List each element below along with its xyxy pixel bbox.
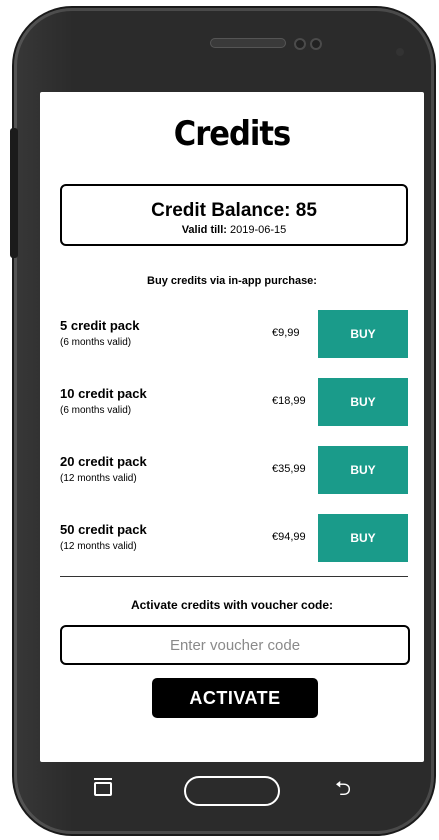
buy-credits-heading: Buy credits via in-app purchase: (147, 275, 317, 287)
credit-pack-5: 5 credit pack (6 months valid) €9,99 BUY (60, 310, 408, 358)
buy-button-10[interactable]: BUY (318, 378, 408, 426)
pack-validity: (6 months valid) (60, 337, 132, 348)
pack-name: 50 credit pack (60, 522, 147, 537)
credit-balance-label: Credit Balance: 85 (151, 200, 317, 221)
pack-name: 5 credit pack (60, 318, 140, 333)
section-divider (60, 576, 408, 577)
side-volume-button (10, 128, 18, 258)
valid-till-label: Valid till: (181, 224, 227, 236)
activate-button[interactable]: ACTIVATE (152, 678, 318, 718)
front-camera-icon (294, 38, 306, 50)
voucher-heading: Activate credits with voucher code: (130, 598, 334, 612)
pack-price: €18,99 (272, 395, 306, 407)
buy-button-20[interactable]: BUY (318, 446, 408, 494)
recent-apps-icon[interactable] (94, 778, 112, 796)
credit-pack-10: 10 credit pack (6 months valid) €18,99 B… (60, 378, 408, 426)
pack-name: 10 credit pack (60, 386, 147, 401)
pack-name: 20 credit pack (60, 454, 147, 469)
voucher-code-input[interactable] (60, 625, 410, 665)
pack-price: €94,99 (272, 531, 306, 543)
credit-pack-20: 20 credit pack (12 months valid) €35,99 … (60, 446, 408, 494)
pack-price: €9,99 (272, 327, 300, 339)
proximity-sensor (396, 48, 404, 56)
valid-till-line: Valid till: 2019-06-15 (62, 224, 406, 236)
credit-pack-50: 50 credit pack (12 months valid) €94,99 … (60, 514, 408, 562)
speaker-grille (210, 38, 286, 48)
android-nav-bar: ⮌ (40, 762, 424, 826)
home-button[interactable] (184, 776, 280, 806)
app-screen: Credits Credit Balance: 85 Valid till: 2… (40, 92, 424, 762)
pack-price: €35,99 (272, 463, 306, 475)
buy-button-5[interactable]: BUY (318, 310, 408, 358)
page-title: Credits (173, 114, 292, 154)
pack-validity: (12 months valid) (60, 473, 137, 484)
pack-validity: (12 months valid) (60, 541, 137, 552)
valid-till-date: 2019-06-15 (230, 224, 287, 236)
buy-button-50[interactable]: BUY (318, 514, 408, 562)
pack-validity: (6 months valid) (60, 405, 132, 416)
credit-balance-box: Credit Balance: 85 Valid till: 2019-06-1… (60, 184, 408, 246)
back-icon[interactable]: ⮌ (332, 778, 354, 800)
front-sensor-icon (310, 38, 322, 50)
